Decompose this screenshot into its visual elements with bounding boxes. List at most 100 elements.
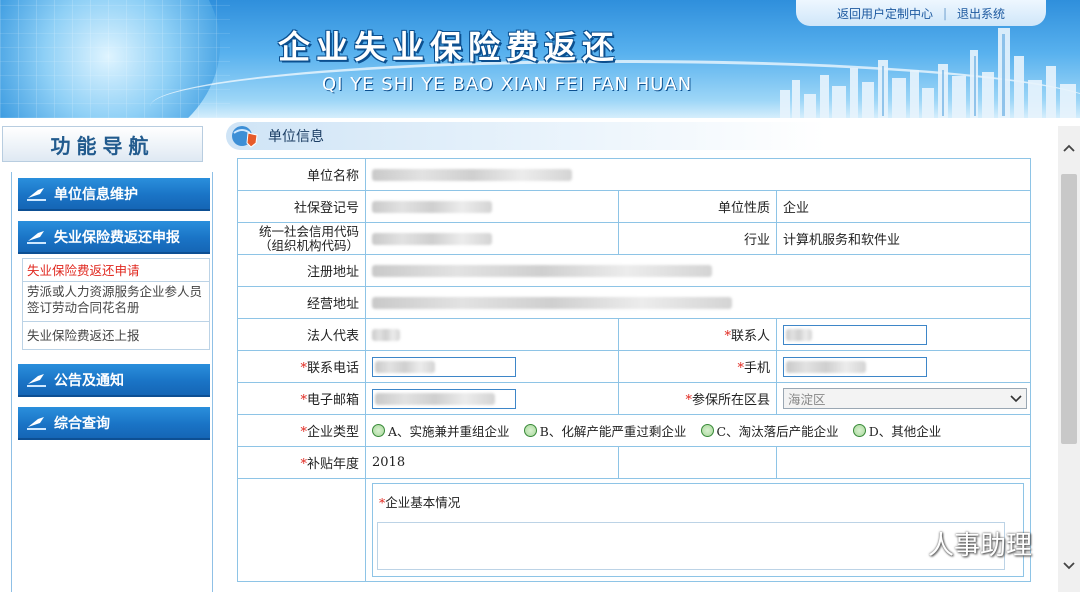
enterprise-type-radio-a[interactable]: A、实施兼并重组企业 [372, 421, 510, 440]
section-title: 单位信息 [268, 129, 324, 145]
empty-cell [237, 478, 366, 582]
sidebar-item-label: 失业保险费返还申报 [54, 229, 180, 246]
pen-icon [27, 230, 46, 244]
table-row: *电子邮箱 *参保所在区县 海淀区 [237, 382, 1031, 415]
table-row: *联系电话 *手机 [237, 350, 1031, 383]
back-to-user-center-link[interactable]: 返回用户定制中心 [837, 5, 933, 22]
pen-icon [27, 187, 46, 201]
subsidy-year-label: *补贴年度 [237, 446, 366, 479]
submenu-item-refund-report[interactable]: 失业保险费返还上报 [22, 322, 210, 350]
pen-icon [27, 373, 46, 387]
industry-value: 计算机服务和软件业 [776, 222, 1031, 255]
credit-code-value [365, 222, 619, 255]
sidebar-item-notices[interactable]: 公告及通知 [18, 364, 210, 397]
credit-code-label: 统一社会信用代码 （组织机构代码） [237, 222, 366, 255]
sidebar-item-query[interactable]: 综合查询 [18, 407, 210, 440]
sidebar-nav: 单位信息维护 失业保险费返还申报 失业保险费返还申请 劳派或人力资源服务企业参人… [11, 172, 213, 592]
enterprise-type-radio-d[interactable]: D、其他企业 [852, 421, 942, 440]
op-address-value [365, 286, 1031, 319]
scroll-down-button[interactable] [1058, 554, 1080, 578]
top-links-bar: 返回用户定制中心 | 退出系统 [796, 0, 1046, 26]
empty-cell [618, 446, 777, 479]
radio-label: C、淘汰落后产能企业 [716, 423, 839, 439]
sidebar-item-unit-info[interactable]: 单位信息维护 [18, 178, 210, 211]
op-address-label: 经营地址 [237, 286, 366, 319]
unit-info-table: 单位名称 社保登记号 单位性质 企业 统一社会信用代码 （组织机构代码） 行业 … [237, 158, 1031, 582]
submenu-item-label: 劳派或人力资源服务企业参人员签订劳动合同花名册 [27, 284, 203, 315]
unit-name-value [365, 158, 1031, 191]
empty-cell [776, 446, 1031, 479]
table-row: 经营地址 [237, 286, 1031, 319]
enterprise-type-label: *企业类型 [237, 414, 366, 447]
radio-label: D、其他企业 [868, 423, 942, 439]
basic-info-caption: *企业基本情况 [379, 492, 460, 511]
district-label: *参保所在区县 [618, 382, 777, 415]
unit-nature-label: 单位性质 [618, 190, 777, 223]
scroll-up-button[interactable] [1058, 136, 1080, 160]
page-scrollbar[interactable] [1058, 126, 1080, 592]
unit-name-label: 单位名称 [237, 158, 366, 191]
contact-input[interactable] [783, 324, 927, 345]
email-input[interactable] [372, 388, 516, 409]
radio-circle [523, 423, 537, 437]
email-cell [365, 382, 619, 415]
radio-label: B、化解产能严重过剩企业 [539, 423, 687, 439]
radio-circle [852, 423, 866, 437]
shield-globe-icon [232, 126, 258, 148]
mobile-label-text: 手机 [743, 361, 770, 376]
table-row: 社保登记号 单位性质 企业 [237, 190, 1031, 223]
legal-rep-label: 法人代表 [237, 318, 366, 351]
exit-system-link[interactable]: 退出系统 [957, 5, 1005, 22]
pen-icon [27, 416, 46, 430]
mobile-input[interactable] [783, 356, 927, 377]
social-security-no-label: 社保登记号 [237, 190, 366, 223]
phone-label-text: 联系电话 [306, 361, 359, 376]
table-row: *补贴年度 2018 [237, 446, 1031, 479]
header-banner: 企业失业保险费返还 QI YE SHI YE BAO XIAN FEI FAN … [0, 0, 1080, 118]
page-title: 企业失业保险费返还 [278, 28, 621, 66]
credit-code-label-line1: 统一社会信用代码 [258, 223, 359, 239]
industry-label: 行业 [618, 222, 777, 255]
chevron-down-icon [1010, 394, 1022, 402]
submenu-item-labor-roster[interactable]: 劳派或人力资源服务企业参人员签订劳动合同花名册 [22, 282, 210, 322]
unit-nature-value: 企业 [776, 190, 1031, 223]
phone-cell [365, 350, 619, 383]
scroll-thumb[interactable] [1061, 174, 1077, 444]
basic-info-label: 企业基本情况 [385, 495, 461, 510]
watermark-text: 人事助理 [928, 531, 1033, 561]
social-security-no-value [365, 190, 619, 223]
radio-label: A、实施兼并重组企业 [388, 423, 510, 439]
sidebar-title: 功能导航 [2, 126, 203, 162]
page-title-pinyin: QI YE SHI YE BAO XIAN FEI FAN HUAN [322, 74, 693, 95]
table-row: 注册地址 [237, 254, 1031, 287]
mobile-cell [776, 350, 1031, 383]
table-row: 单位名称 [237, 158, 1031, 191]
subsidy-year-label-text: 补贴年度 [306, 457, 359, 472]
reg-address-label: 注册地址 [237, 254, 366, 287]
sidebar-submenu: 失业保险费返还申请 劳派或人力资源服务企业参人员签订劳动合同花名册 失业保险费返… [22, 258, 210, 350]
district-cell: 海淀区 [776, 382, 1031, 415]
district-select[interactable]: 海淀区 [783, 388, 1027, 409]
section-header: 单位信息 [226, 122, 826, 150]
sidebar-item-label: 单位信息维护 [54, 186, 138, 203]
district-selected-value: 海淀区 [788, 392, 826, 407]
enterprise-type-radio-c[interactable]: C、淘汰落后产能企业 [700, 421, 839, 440]
email-label-text: 电子邮箱 [306, 393, 359, 408]
mobile-label: *手机 [618, 350, 777, 383]
contact-cell [776, 318, 1031, 351]
contact-label-text: 联系人 [730, 329, 770, 344]
sidebar-item-label: 综合查询 [54, 415, 110, 432]
subsidy-year-value: 2018 [365, 446, 619, 479]
unit-info-form: 单位名称 社保登记号 单位性质 企业 统一社会信用代码 （组织机构代码） 行业 … [237, 158, 1031, 582]
table-row: 统一社会信用代码 （组织机构代码） 行业 计算机服务和软件业 [237, 222, 1031, 255]
submenu-item-refund-apply[interactable]: 失业保险费返还申请 [22, 258, 210, 282]
credit-code-label-line2: （组织机构代码） [258, 237, 359, 253]
sidebar: 功能导航 单位信息维护 失业保险费返还申报 失业保险费返还申请 劳派或人力资源服… [0, 126, 214, 592]
chevron-down-icon [1063, 562, 1075, 570]
enterprise-type-radio-b[interactable]: B、化解产能严重过剩企业 [523, 421, 687, 440]
phone-input[interactable] [372, 356, 516, 377]
district-label-text: 参保所在区县 [691, 393, 770, 408]
email-label: *电子邮箱 [237, 382, 366, 415]
sidebar-item-refund-declare[interactable]: 失业保险费返还申报 [18, 221, 210, 254]
contact-label: *联系人 [618, 318, 777, 351]
